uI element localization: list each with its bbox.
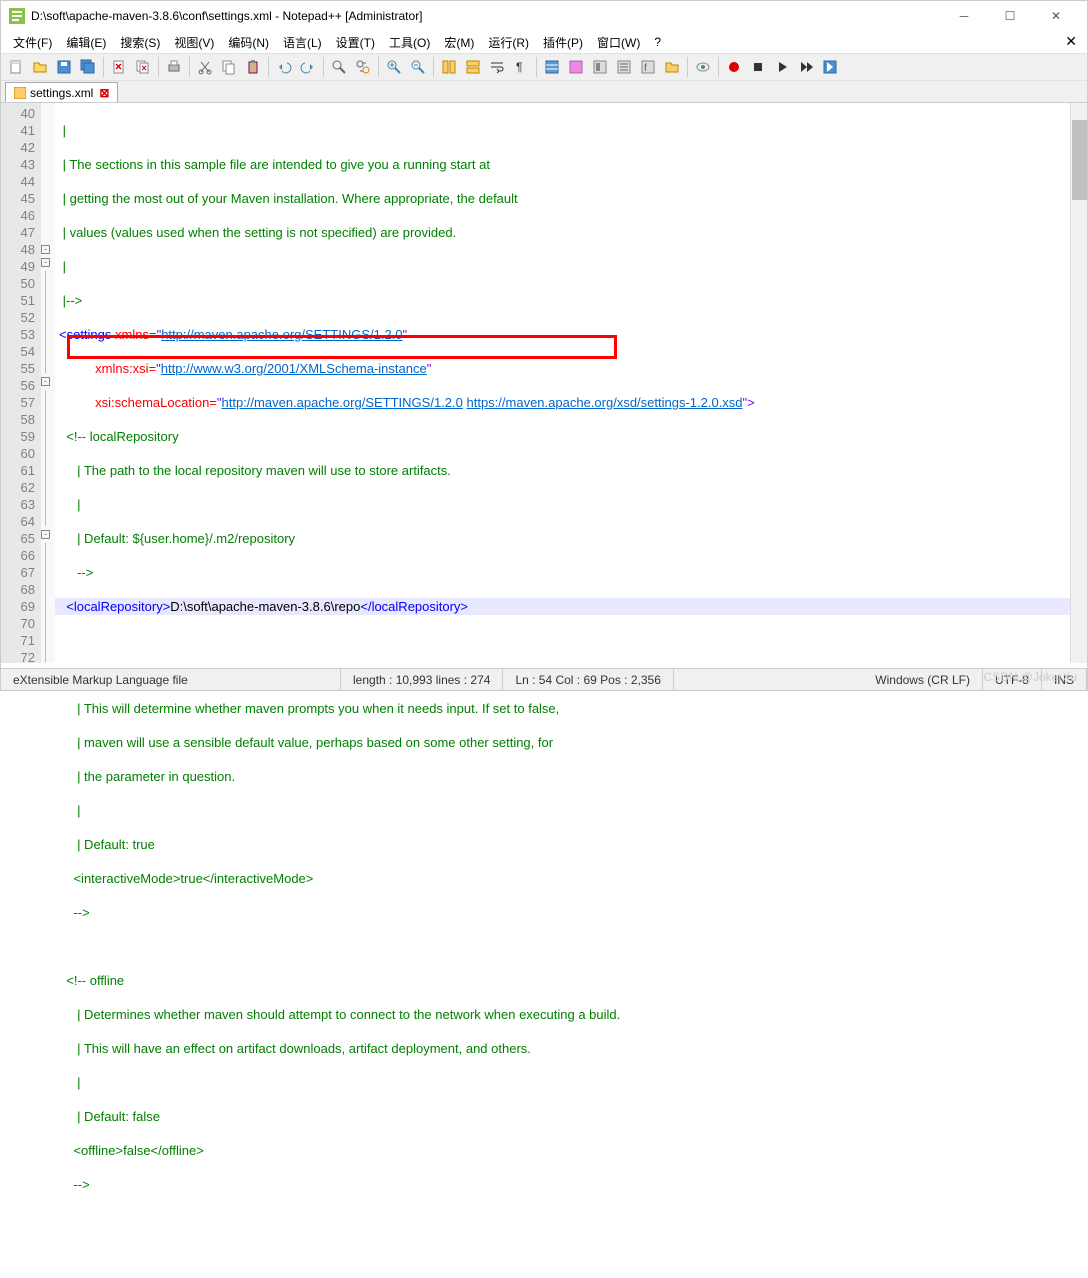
title-bar: D:\soft\apache-maven-3.8.6\conf\settings…: [1, 1, 1087, 31]
menu-encoding[interactable]: 编码(N): [222, 32, 275, 53]
fold-column[interactable]: ----: [41, 103, 55, 663]
status-position: Ln : 54 Col : 69 Pos : 2,356: [503, 669, 673, 690]
sync-v-button[interactable]: [438, 56, 460, 78]
play-multi-button[interactable]: [795, 56, 817, 78]
monitor-button[interactable]: [692, 56, 714, 78]
new-file-button[interactable]: [5, 56, 27, 78]
zoom-in-button[interactable]: [383, 56, 405, 78]
menu-edit[interactable]: 编辑(E): [60, 32, 112, 53]
open-file-button[interactable]: [29, 56, 51, 78]
close-all-button[interactable]: [132, 56, 154, 78]
lang-button[interactable]: [565, 56, 587, 78]
tab-settings-xml[interactable]: settings.xml ⊠: [5, 82, 118, 102]
show-all-chars-button[interactable]: ¶: [510, 56, 532, 78]
minimize-button[interactable]: ─: [941, 1, 987, 31]
menu-bar: 文件(F) 编辑(E) 搜索(S) 视图(V) 编码(N) 语言(L) 设置(T…: [1, 31, 1087, 53]
paste-button[interactable]: [242, 56, 264, 78]
status-eol[interactable]: Windows (CR LF): [863, 669, 983, 690]
cut-button[interactable]: [194, 56, 216, 78]
tab-label: settings.xml: [30, 86, 93, 100]
wrap-button[interactable]: [486, 56, 508, 78]
stop-button[interactable]: [747, 56, 769, 78]
menu-macro[interactable]: 宏(M): [438, 32, 480, 53]
menu-plugins[interactable]: 插件(P): [537, 32, 589, 53]
status-insert[interactable]: INS: [1042, 669, 1087, 690]
indent-guide-button[interactable]: [541, 56, 563, 78]
undo-button[interactable]: [273, 56, 295, 78]
maximize-button[interactable]: ☐: [987, 1, 1033, 31]
zoom-out-button[interactable]: [407, 56, 429, 78]
menu-view[interactable]: 视图(V): [168, 32, 220, 53]
sync-h-button[interactable]: [462, 56, 484, 78]
status-encoding[interactable]: UTF-8: [983, 669, 1042, 690]
func-list-button[interactable]: f: [637, 56, 659, 78]
status-bar: eXtensible Markup Language file length :…: [1, 668, 1087, 690]
print-button[interactable]: [163, 56, 185, 78]
menu-help[interactable]: ?: [648, 33, 667, 51]
file-icon: [14, 87, 26, 99]
svg-text:¶: ¶: [516, 60, 522, 74]
menu-language[interactable]: 语言(L): [277, 32, 328, 53]
line-number-gutter: 4041424344454647484950515253545556575859…: [1, 103, 41, 663]
window-title: D:\soft\apache-maven-3.8.6\conf\settings…: [31, 9, 941, 23]
play-button[interactable]: [771, 56, 793, 78]
close-file-button[interactable]: [108, 56, 130, 78]
record-button[interactable]: [723, 56, 745, 78]
menu-search[interactable]: 搜索(S): [114, 32, 166, 53]
save-macro-button[interactable]: [819, 56, 841, 78]
doc-list-button[interactable]: [613, 56, 635, 78]
redo-button[interactable]: [297, 56, 319, 78]
copy-button[interactable]: [218, 56, 240, 78]
menu-close-x[interactable]: ✕: [1065, 33, 1077, 50]
tab-close-icon[interactable]: ⊠: [99, 86, 109, 100]
menu-file[interactable]: 文件(F): [7, 32, 58, 53]
toolbar: ¶ f: [1, 53, 1087, 81]
replace-button[interactable]: [352, 56, 374, 78]
find-button[interactable]: [328, 56, 350, 78]
save-button[interactable]: [53, 56, 75, 78]
menu-window[interactable]: 窗口(W): [591, 32, 646, 53]
editor[interactable]: 4041424344454647484950515253545556575859…: [1, 103, 1087, 663]
doc-map-button[interactable]: [589, 56, 611, 78]
svg-text:f: f: [644, 63, 647, 74]
status-length: length : 10,993 lines : 274: [341, 669, 503, 690]
close-button[interactable]: ✕: [1033, 1, 1079, 31]
app-icon: [9, 8, 25, 24]
folder-view-button[interactable]: [661, 56, 683, 78]
vertical-scrollbar[interactable]: [1070, 103, 1087, 663]
scrollbar-thumb[interactable]: [1072, 120, 1087, 200]
tab-bar: settings.xml ⊠: [1, 81, 1087, 103]
menu-run[interactable]: 运行(R): [482, 32, 535, 53]
code-area[interactable]: | | The sections in this sample file are…: [55, 103, 1087, 663]
save-all-button[interactable]: [77, 56, 99, 78]
menu-settings[interactable]: 设置(T): [330, 32, 381, 53]
status-language: eXtensible Markup Language file: [1, 669, 341, 690]
menu-tools[interactable]: 工具(O): [383, 32, 436, 53]
